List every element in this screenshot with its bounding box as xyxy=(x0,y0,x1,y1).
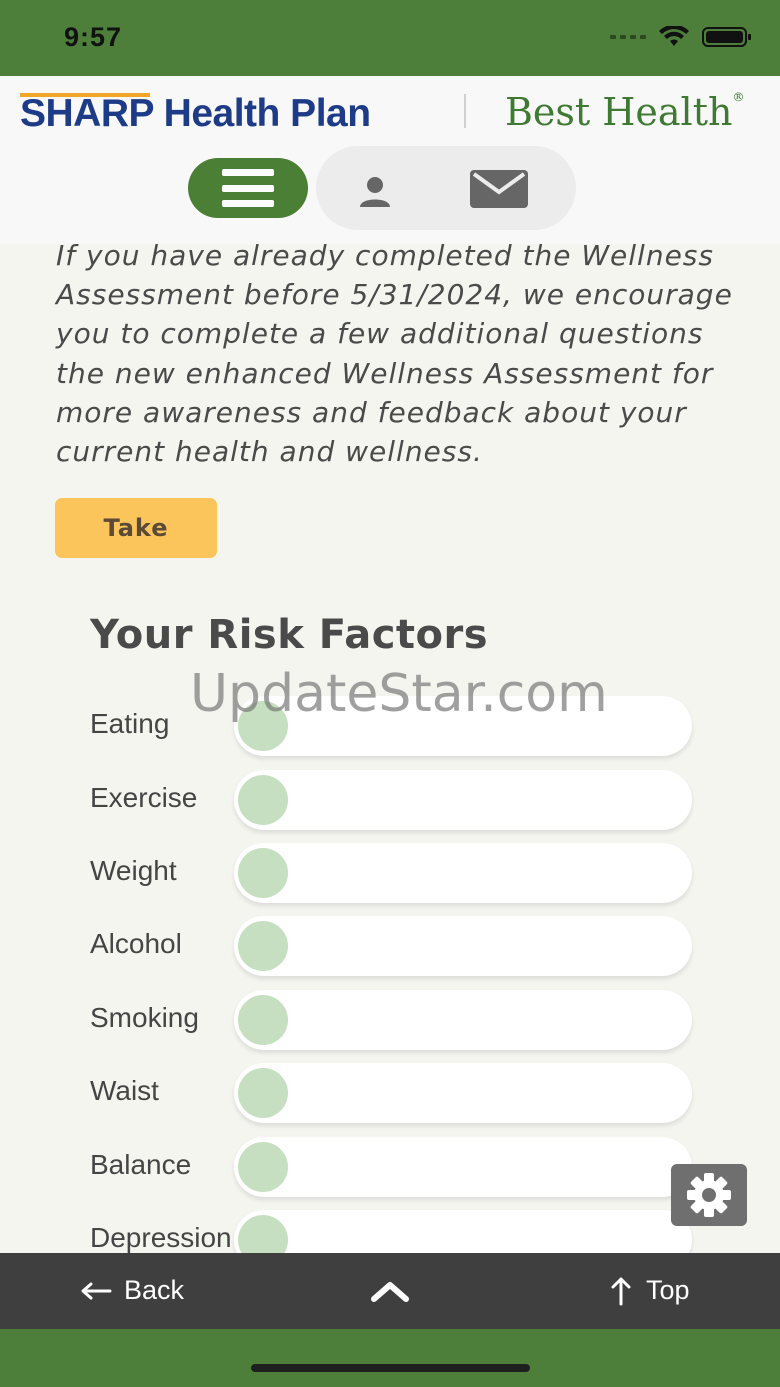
hamburger-icon xyxy=(222,169,274,207)
bottom-nav-bar: Back Top xyxy=(0,1253,780,1329)
risk-fill xyxy=(238,1142,288,1192)
take-button[interactable]: Take xyxy=(55,498,217,558)
settings-button[interactable] xyxy=(671,1164,747,1226)
top-label: Top xyxy=(646,1275,690,1305)
battery-icon xyxy=(702,27,751,47)
risk-row-eating: Eating xyxy=(0,696,780,756)
risk-row-waist: Waist xyxy=(0,1063,780,1123)
risk-row-exercise: Exercise xyxy=(0,770,780,830)
gear-icon xyxy=(687,1173,731,1217)
back-button[interactable]: Back xyxy=(80,1275,184,1306)
risk-label: Balance xyxy=(90,1149,192,1180)
risk-bar xyxy=(234,843,692,903)
risk-bar xyxy=(234,1137,692,1197)
risk-fill xyxy=(238,995,288,1045)
risk-bar xyxy=(234,990,692,1050)
back-label: Back xyxy=(124,1275,185,1305)
risk-bar xyxy=(234,1063,692,1123)
status-time: 9:57 xyxy=(64,22,123,52)
footer-bar xyxy=(0,1329,780,1387)
account-actions xyxy=(316,146,576,230)
risk-label: Smoking xyxy=(90,1002,199,1033)
risk-row-alcohol: Alcohol xyxy=(0,916,780,976)
status-icons xyxy=(610,26,752,48)
risk-fill xyxy=(238,848,288,898)
risk-row-smoking: Smoking xyxy=(0,990,780,1050)
app-header: SHARP Health Plan Best Health® xyxy=(0,76,780,244)
risk-label: Depression xyxy=(90,1222,232,1253)
menu-button[interactable] xyxy=(188,158,308,218)
risk-bar xyxy=(234,696,692,756)
risk-fill xyxy=(238,921,288,971)
risk-label: Waist xyxy=(90,1075,159,1106)
risk-row-weight: Weight xyxy=(0,843,780,903)
risk-bar xyxy=(234,770,692,830)
risk-label: Weight xyxy=(90,855,177,886)
arrow-up-icon xyxy=(611,1277,631,1305)
risk-fill xyxy=(238,1068,288,1118)
user-icon[interactable] xyxy=(358,176,392,208)
risk-label: Exercise xyxy=(90,782,198,813)
wifi-icon xyxy=(659,26,689,46)
best-health-logo: Best Health® xyxy=(505,90,745,134)
mail-icon[interactable] xyxy=(470,170,528,208)
risk-bar xyxy=(234,916,692,976)
signal-icon xyxy=(610,35,646,39)
arrow-left-icon xyxy=(81,1282,112,1299)
top-button[interactable]: Top xyxy=(610,1275,690,1306)
risk-fill xyxy=(238,701,288,751)
status-bar: 9:57 xyxy=(0,0,780,76)
intro-text: If you have already completed the Wellne… xyxy=(56,239,733,469)
risk-row-balance: Balance xyxy=(0,1137,780,1197)
sharp-health-plan-logo: SHARP Health Plan xyxy=(20,92,371,135)
home-indicator[interactable] xyxy=(251,1364,530,1372)
chevron-up-icon[interactable] xyxy=(366,1277,414,1307)
logo-divider xyxy=(464,94,466,128)
risk-label: Eating xyxy=(90,708,170,739)
risk-label: Alcohol xyxy=(90,928,182,959)
risk-fill xyxy=(238,775,288,825)
risk-factors-title: Your Risk Factors xyxy=(90,612,489,658)
